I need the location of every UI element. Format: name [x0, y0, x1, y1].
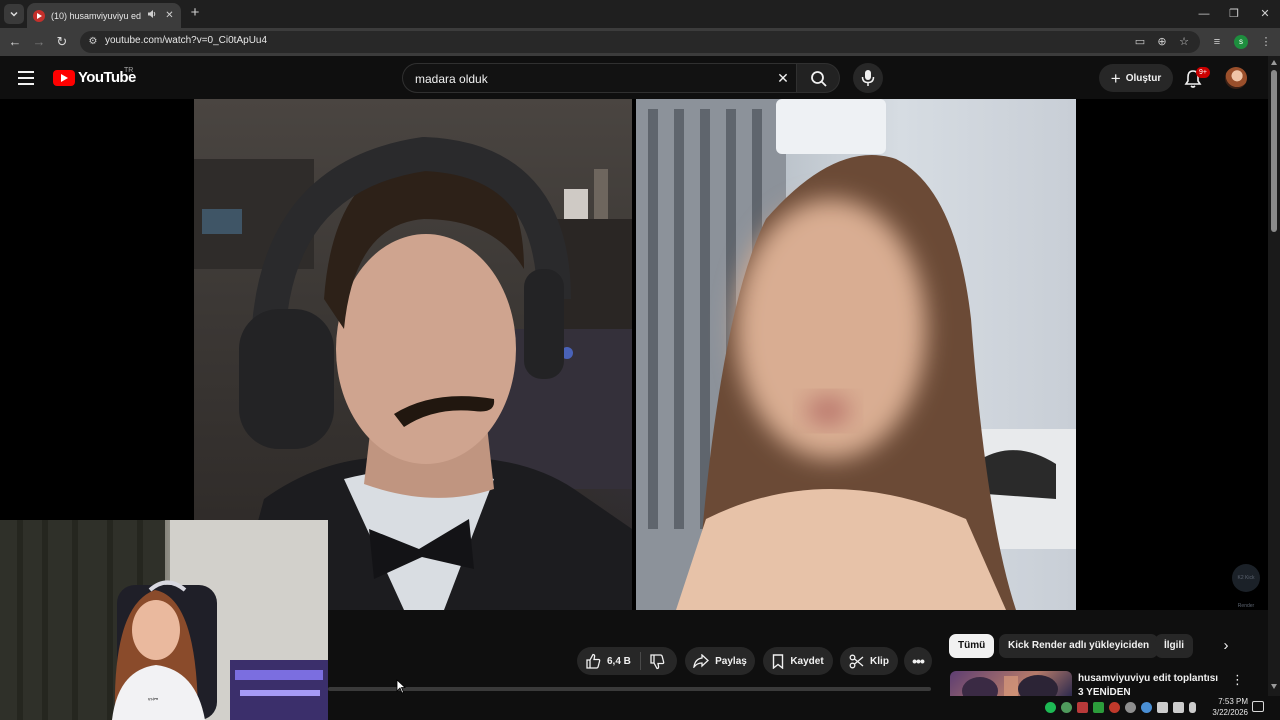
chips-next-icon[interactable]: ›	[1216, 636, 1236, 656]
discord-icon[interactable]	[1141, 702, 1152, 713]
share-button[interactable]: Paylaş	[685, 647, 755, 675]
steam-icon[interactable]	[1125, 702, 1136, 713]
spotify-icon[interactable]	[1045, 702, 1056, 713]
channel-watermark[interactable]: K2 Kick Render	[1232, 564, 1260, 609]
like-count: 6,4 B	[607, 655, 631, 667]
clip-button[interactable]: Klip	[840, 647, 898, 675]
warning-icon[interactable]	[1077, 702, 1088, 713]
notification-count-badge: 9+	[1196, 67, 1210, 78]
window-close-icon[interactable]: ✕	[1250, 4, 1280, 24]
tab-search-button[interactable]	[4, 4, 24, 24]
plus-icon: +	[1110, 68, 1121, 88]
media-controls-icon[interactable]: ≡	[1209, 34, 1225, 50]
scroll-down-arrow-icon[interactable]	[1271, 684, 1277, 689]
clock-date: 3/22/2026	[1212, 708, 1248, 717]
reload-icon[interactable]: ↻	[52, 32, 72, 52]
chip-from-uploader[interactable]: Kick Render adlı yükleyiciden	[999, 634, 1159, 658]
clock-time: 7:53 PM	[1218, 697, 1248, 706]
restore-icon[interactable]: ❐	[1219, 4, 1249, 24]
dislike-button[interactable]	[649, 654, 667, 670]
youtube-favicon-icon	[33, 9, 45, 22]
create-label: Oluştur	[1125, 72, 1162, 84]
back-icon[interactable]: ←	[5, 32, 25, 52]
browser-tab-active[interactable]: (10) husamviyuviyu edit de ✕	[27, 3, 181, 28]
browser-menu-icon[interactable]: ⋮	[1258, 34, 1274, 50]
network-icon[interactable]	[1157, 702, 1168, 713]
browser-tab-strip: (10) husamviyuviyu edit de ✕ + — ❐ ✕	[0, 0, 1280, 28]
microphone-tray-icon[interactable]	[1189, 702, 1196, 713]
browser-toolbar: ← → ↻ ⚙ youtube.com/watch?v=0_Ci0tApUu4 …	[0, 28, 1280, 56]
tray-app-icon[interactable]	[1061, 702, 1072, 713]
tab-close-icon[interactable]: ✕	[164, 10, 175, 21]
scroll-up-arrow-icon[interactable]	[1271, 60, 1277, 65]
scroll-thumb[interactable]	[1271, 70, 1277, 232]
country-code: TR	[124, 67, 134, 74]
youtube-play-icon	[53, 69, 75, 86]
site-info-icon[interactable]: ⚙	[86, 35, 100, 49]
more-horizontal-icon: •••	[912, 653, 925, 669]
url-text[interactable]: youtube.com/watch?v=0_Ci0tApUu4	[105, 35, 267, 46]
bookmark-star-icon[interactable]: ☆	[1176, 34, 1192, 50]
svg-text:ᵥₛᵢₘ: ᵥₛᵢₘ	[147, 695, 158, 702]
bookmark-icon	[773, 653, 784, 669]
microphone-icon	[861, 70, 875, 86]
thumbs-up-icon	[586, 653, 601, 669]
share-label: Paylaş	[715, 655, 747, 667]
new-tab-button[interactable]: +	[187, 5, 203, 21]
mic-muted-icon[interactable]	[1109, 702, 1120, 713]
speaker-icon[interactable]	[147, 9, 158, 22]
address-bar[interactable]: ⚙ youtube.com/watch?v=0_Ci0tApUu4 ▭ ⊕ ☆	[80, 31, 1200, 53]
recommendation-title[interactable]: husamviyuviyu edit toplantısı 3 YENİDEN	[1078, 672, 1226, 696]
notification-center-icon[interactable]	[1252, 701, 1264, 712]
recommendation-thumbnail[interactable]	[950, 671, 1072, 696]
zoom-icon[interactable]: ⊕	[1154, 34, 1170, 50]
clear-search-icon[interactable]: ✕	[774, 69, 792, 87]
recommendation-menu-icon[interactable]: ⋮	[1231, 672, 1244, 688]
create-button[interactable]: + Oluştur	[1099, 64, 1173, 92]
streamer-facecam-overlay: ᵥₛᵢₘ	[0, 520, 328, 720]
like-dislike-divider	[640, 652, 641, 670]
search-icon	[811, 71, 827, 87]
mouse-cursor-icon	[396, 679, 406, 694]
save-label: Kaydet	[790, 655, 824, 667]
chip-related[interactable]: İlgili	[1155, 634, 1193, 658]
thumbs-down-icon	[650, 654, 665, 670]
more-actions-button[interactable]: •••	[904, 647, 932, 675]
play-tray-icon[interactable]	[1093, 702, 1104, 713]
page-scrollbar[interactable]	[1268, 56, 1280, 696]
volume-icon[interactable]	[1173, 702, 1184, 713]
tab-title: (10) husamviyuviyu edit de	[51, 10, 141, 21]
search-button[interactable]	[796, 63, 840, 93]
minimize-icon[interactable]: —	[1189, 4, 1219, 24]
scissors-icon	[849, 654, 864, 668]
video-right-camera-feed	[636, 99, 1076, 610]
profile-avatar-icon[interactable]: s	[1234, 35, 1248, 49]
search-input[interactable]: madara olduk ✕	[402, 63, 796, 93]
account-avatar[interactable]	[1225, 67, 1247, 89]
video-progress-bar[interactable]	[328, 687, 931, 691]
voice-search-button[interactable]	[853, 63, 883, 93]
clip-label: Klip	[870, 655, 889, 667]
share-icon	[693, 654, 710, 668]
forward-icon[interactable]: →	[29, 32, 49, 52]
youtube-masthead: YouTube TR madara olduk ✕ + Oluştur 9+	[0, 56, 1268, 100]
system-clock[interactable]: 7:53 PM 3/22/2026	[1198, 696, 1248, 718]
search-query[interactable]: madara olduk	[415, 72, 488, 86]
menu-icon[interactable]	[16, 68, 36, 88]
chip-all[interactable]: Tümü	[949, 634, 995, 658]
chevron-down-icon	[10, 11, 18, 17]
save-button[interactable]: Kaydet	[763, 647, 833, 675]
like-button[interactable]: 6,4 B	[585, 653, 631, 669]
cast-icon[interactable]: ▭	[1132, 34, 1148, 50]
